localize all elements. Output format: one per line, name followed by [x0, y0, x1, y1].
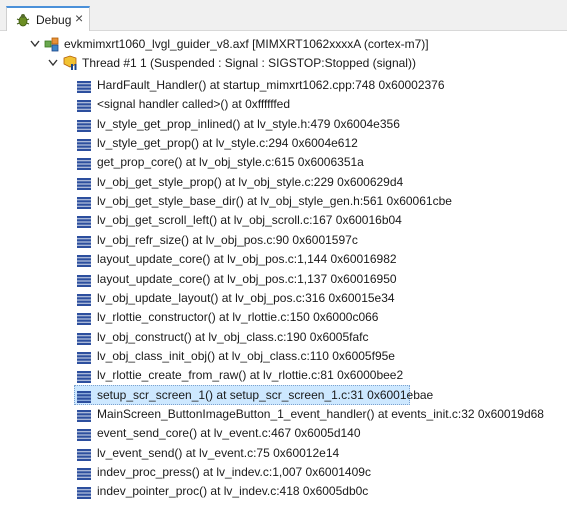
view-tab-bar: Debug ×	[0, 0, 567, 31]
stack-frame-label: indev_proc_press() at lv_indev.c:1,007 0…	[97, 465, 371, 479]
stack-frame-label: layout_update_core() at lv_obj_pos.c:1,1…	[97, 252, 397, 267]
stack-frame-label: lv_obj_get_style_prop() at lv_obj_style.…	[97, 174, 404, 189]
stack-frame-label: lv_rlottie_create_from_raw() at lv_rlott…	[97, 368, 404, 383]
debug-tree: evkmimxrt1060_lvgl_guider_v8.axf [MIMXRT…	[0, 32, 567, 500]
stack-frame-row[interactable]: HardFault_Handler() at startup_mimxrt106…	[0, 75, 567, 95]
stack-frame-label: MainScreen_ButtonImageButton_1_event_han…	[97, 406, 544, 421]
stack-frame-row[interactable]: setup_scr_screen_1() at setup_scr_screen…	[0, 384, 567, 405]
stack-frame-row[interactable]: lv_obj_construct() at lv_obj_class.c:190…	[0, 327, 567, 347]
process-label: evkmimxrt1060_lvgl_guider_v8.axf [MIMXRT…	[64, 37, 429, 51]
stack-frame-icon	[77, 311, 91, 326]
stack-frame-icon	[77, 118, 91, 132]
stack-frame-row[interactable]: lv_style_get_prop() at lv_style.c:294 0x…	[0, 133, 567, 153]
stack-frame-label: lv_obj_class_init_obj() at lv_obj_class.…	[97, 348, 395, 363]
stack-frame-icon	[77, 176, 91, 190]
stack-frame-icon	[77, 79, 91, 93]
stack-frame-row[interactable]: lv_obj_refr_size() at lv_obj_pos.c:90 0x…	[0, 230, 567, 250]
stack-frame-label: lv_style_get_prop_inlined() at lv_style.…	[97, 116, 400, 131]
stack-frame-icon	[77, 427, 91, 442]
thread-suspended-icon	[62, 55, 78, 71]
stack-frame-label: indev_pointer_proc() at lv_indev.c:418 0…	[97, 484, 369, 499]
stack-frame-label: lv_rlottie_constructor() at lv_rlottie.c…	[97, 310, 379, 325]
stack-frame-label: lv_style_get_prop() at lv_style.c:294 0x…	[97, 136, 358, 151]
stack-frame-row[interactable]: layout_update_core() at lv_obj_pos.c:1,1…	[0, 269, 567, 289]
stack-frame-row[interactable]: lv_rlottie_constructor() at lv_rlottie.c…	[0, 307, 567, 327]
stack-frame-row[interactable]: lv_style_get_prop_inlined() at lv_style.…	[0, 114, 567, 134]
stack-frame-label: setup_scr_screen_1() at setup_scr_screen…	[97, 387, 434, 402]
stack-frame-row[interactable]: lv_obj_get_scroll_left() at lv_obj_scrol…	[0, 210, 567, 230]
stack-frame-icon	[77, 466, 91, 480]
stack-frame-icon	[77, 350, 91, 364]
tab-label: Debug	[36, 13, 72, 27]
process-icon	[44, 36, 60, 52]
tree-item-thread[interactable]: Thread #1 1 (Suspended : Signal : SIGSTO…	[0, 53, 567, 73]
stack-frame-row[interactable]: lv_event_send() at lv_event.c:75 0x60012…	[0, 443, 567, 463]
stack-frame-row[interactable]: <signal handler called>() at 0xffffffed	[0, 94, 567, 114]
chevron-down-icon[interactable]	[48, 53, 60, 73]
chevron-down-icon[interactable]	[30, 34, 42, 54]
stack-frame-label: layout_update_core() at lv_obj_pos.c:1,1…	[97, 271, 397, 286]
stack-frame-icon	[77, 485, 91, 500]
stack-frame-row[interactable]: lv_rlottie_create_from_raw() at lv_rlott…	[0, 365, 567, 385]
stack-frame-row[interactable]: indev_proc_press() at lv_indev.c:1,007 0…	[0, 462, 567, 482]
stack-frame-row[interactable]: event_send_core() at lv_event.c:467 0x60…	[0, 423, 567, 443]
stack-frame-label: lv_event_send() at lv_event.c:75 0x60012…	[97, 445, 340, 460]
stack-frame-icon	[77, 156, 91, 171]
thread-label: Thread #1 1 (Suspended : Signal : SIGSTO…	[82, 56, 416, 70]
tree-item-process[interactable]: evkmimxrt1060_lvgl_guider_v8.axf [MIMXRT…	[0, 34, 567, 54]
tab-debug[interactable]: Debug ×	[6, 6, 90, 31]
stack-frame-icon	[77, 273, 91, 287]
stack-frame-row[interactable]: lv_obj_class_init_obj() at lv_obj_class.…	[0, 346, 567, 366]
stack-frame-row[interactable]: lv_obj_get_style_prop() at lv_obj_style.…	[0, 172, 567, 192]
stack-frame-icon	[77, 369, 91, 384]
stack-frame-label: event_send_core() at lv_event.c:467 0x60…	[97, 426, 361, 441]
stack-frame-label: lv_obj_get_style_base_dir() at lv_obj_st…	[97, 194, 452, 209]
debug-bug-icon	[15, 13, 31, 27]
stack-frame-icon	[77, 214, 91, 229]
stack-frame-icon	[77, 331, 91, 345]
stack-frame-row[interactable]: indev_pointer_proc() at lv_indev.c:418 0…	[0, 481, 567, 501]
stack-frame-icon	[77, 195, 91, 210]
stack-frame-label: HardFault_Handler() at startup_mimxrt106…	[97, 78, 445, 92]
stack-frame-label: <signal handler called>() at 0xffffffed	[97, 97, 291, 112]
stack-frame-icon	[77, 137, 91, 152]
stack-frame-label: lv_obj_construct() at lv_obj_class.c:190…	[97, 329, 369, 344]
stack-frame-icon	[77, 389, 91, 403]
stack-frame-label: get_prop_core() at lv_obj_style.c:615 0x…	[97, 155, 364, 170]
stack-frame-icon	[77, 98, 91, 113]
stack-frame-icon	[77, 447, 91, 461]
stack-frame-row[interactable]: lv_obj_get_style_base_dir() at lv_obj_st…	[0, 191, 567, 211]
close-icon[interactable]: ×	[75, 10, 83, 26]
stack-frame-row[interactable]: layout_update_core() at lv_obj_pos.c:1,1…	[0, 249, 567, 269]
stack-frame-row[interactable]: lv_obj_update_layout() at lv_obj_pos.c:3…	[0, 288, 567, 308]
stack-frame-icon	[77, 292, 91, 306]
stack-frame-row[interactable]: get_prop_core() at lv_obj_style.c:615 0x…	[0, 152, 567, 172]
stack-frame-label: lv_obj_get_scroll_left() at lv_obj_scrol…	[97, 213, 402, 228]
stack-frame-label: lv_obj_update_layout() at lv_obj_pos.c:3…	[97, 290, 395, 305]
stack-frame-label: lv_obj_refr_size() at lv_obj_pos.c:90 0x…	[97, 232, 358, 247]
stack-frame-icon	[77, 408, 91, 422]
stack-frame-row[interactable]: MainScreen_ButtonImageButton_1_event_han…	[0, 404, 567, 424]
stack-frame-icon	[77, 234, 91, 248]
stack-frame-icon	[77, 253, 91, 268]
